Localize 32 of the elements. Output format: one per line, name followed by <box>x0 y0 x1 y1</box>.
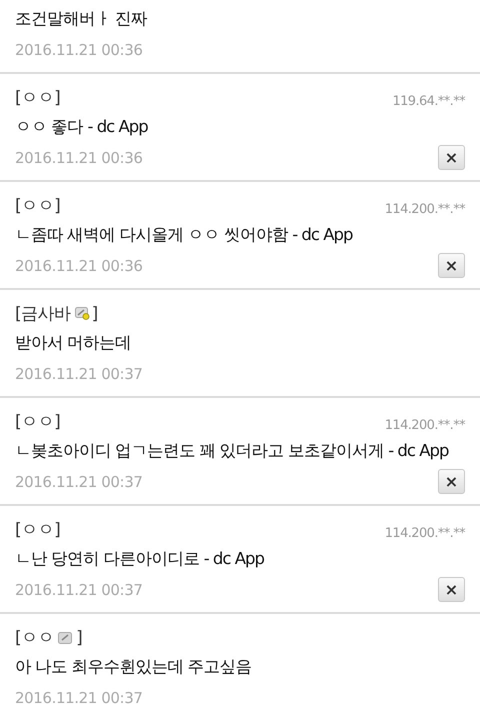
delete-button[interactable]: × <box>438 577 465 602</box>
comment-text: ㄴ좀따 새벽에 다시올게 ㅇㅇ 씻어야함 - dc App <box>15 224 354 246</box>
author-name: [ㅇㅇ] <box>15 519 60 541</box>
gallog-icon <box>58 632 72 644</box>
comment-date: 2016.11.21 00:37 <box>15 364 142 382</box>
author-name: [ㅇㅇ] <box>15 87 60 109</box>
comment-text: 아 나도 최우수휜있는데 주고싶음 <box>15 656 253 678</box>
ip-address: 114.200.**.** <box>384 202 465 217</box>
ip-address: 114.200.**.** <box>384 418 465 433</box>
author-name: [ㅇㅇ] <box>15 411 60 433</box>
comment-text: 조건말해버ㅏ 진짜 <box>15 8 148 30</box>
delete-button[interactable]: × <box>438 145 465 170</box>
comment-date: 2016.11.21 00:36 <box>15 148 142 166</box>
comment-date: 2016.11.21 00:36 <box>15 40 142 58</box>
bracket-text: ] <box>76 628 82 648</box>
ip-address: 119.64.**.** <box>392 94 465 109</box>
comment-date: 2016.11.21 00:37 <box>15 688 142 706</box>
comment-text: 받아서 머하는데 <box>15 332 132 354</box>
author-name: [금사바 <box>15 303 71 325</box>
gallog-icon <box>74 307 90 320</box>
bracket-text: ] <box>92 304 98 324</box>
comment-text: ㄴ봊초아이디 업ㄱ는련도 꽤 있더라고 보초같이서게 - dc App <box>15 440 450 462</box>
delete-button[interactable]: × <box>438 469 465 494</box>
author-name: [ㅇㅇ <box>15 627 54 649</box>
comment-date: 2016.11.21 00:37 <box>15 580 142 598</box>
ip-address: 114.200.**.** <box>384 526 465 541</box>
author-name: [ㅇㅇ] <box>15 195 60 217</box>
comment-date: 2016.11.21 00:36 <box>15 256 142 274</box>
delete-button[interactable]: × <box>438 253 465 278</box>
comment-text: ㄴ난 당연히 다른아이디로 - dc App <box>15 548 265 570</box>
comment-text: ㅇㅇ 좋다 - dc App <box>15 116 149 138</box>
comment-date: 2016.11.21 00:37 <box>15 472 142 490</box>
